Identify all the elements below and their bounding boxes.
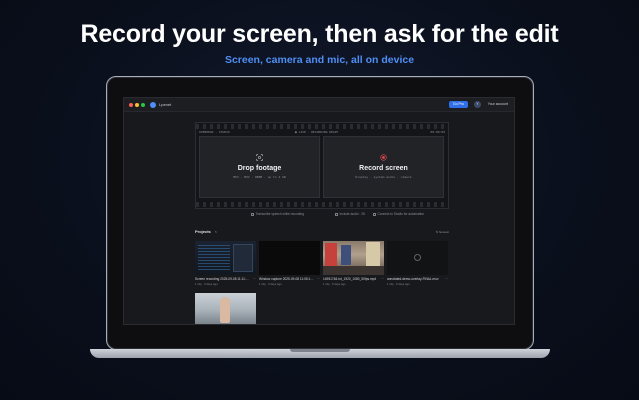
project-thumbnail [387, 241, 448, 275]
capture-meta-left: OVERHEAD · STUDIO [199, 130, 230, 134]
code-lines [198, 245, 230, 271]
project-meta: 1 clip · 5 days ago [323, 282, 346, 286]
person [220, 297, 230, 323]
project-meta: 1 clip · 3 days ago [259, 282, 282, 286]
capture-options: Transcribe speech while recording Includ… [195, 212, 449, 218]
project-name: Screen recording 2025-09-08 11:11:43.mov [195, 277, 250, 281]
projects-title: Projects [195, 229, 211, 234]
project-card[interactable]: Window capture 2025-09-08 11:05:10.mov ⋯… [259, 241, 320, 286]
project-card[interactable]: annotated-demo-overlay-FINAL.mov ⋯ 1 cli… [387, 241, 448, 286]
building-light [366, 242, 380, 268]
capture-meta-center: ● LIVE · RECORDING READY [295, 130, 339, 134]
record-screen-title: Record screen [359, 165, 408, 172]
option-include-audio-label: Include audio · 2K [339, 212, 366, 216]
record-screen-card[interactable]: Record screen Display · system audio · c… [323, 136, 444, 198]
project-name: 14951748-hd_1920_1080_50fps.mp4 [323, 277, 377, 281]
building-blue [341, 245, 351, 265]
drop-footage-title: Drop footage [237, 165, 282, 172]
option-include-audio[interactable]: Include audio · 2K [335, 212, 365, 216]
project-thumbnail [259, 241, 320, 275]
zoom-window-button[interactable] [141, 103, 145, 107]
option-connect-studio-label: Connect to Studio for automation [377, 212, 425, 216]
account-menu-button[interactable]: Your account [488, 102, 508, 106]
drop-footage-card[interactable]: Drop footage MP4 · MOV · WEBM · up to 4 … [199, 136, 320, 198]
record-icon [380, 154, 387, 161]
minimize-window-button[interactable] [135, 103, 139, 107]
drop-footage-subtitle: MP4 · MOV · WEBM · up to 4 GB [233, 175, 286, 179]
checkbox-icon [373, 212, 376, 216]
project-card[interactable] [195, 293, 256, 324]
app-window: Lpenet Go Pro Y Your account OVERHEAD · … [123, 97, 515, 325]
more-options-icon[interactable]: ⋯ [317, 277, 321, 281]
close-window-button[interactable] [129, 103, 133, 107]
capture-meta-right: 00:00:00 [430, 130, 445, 134]
more-options-icon[interactable]: ⋯ [445, 277, 449, 281]
loading-icon [414, 254, 421, 261]
projects-header: Projects 5 ⇅ Newest [195, 229, 449, 235]
capture-meta-row: OVERHEAD · STUDIO ● LIVE · RECORDING REA… [199, 130, 445, 135]
project-name: Window capture 2025-09-08 11:05:10.mov [259, 277, 314, 281]
project-meta: 1 clip · 3 days ago [195, 282, 218, 286]
hero-title: Record your screen, then ask for the edi… [80, 20, 559, 48]
project-name: annotated-demo-overlay-FINAL.mov [387, 277, 439, 281]
film-strip-bottom [196, 202, 448, 207]
option-transcribe[interactable]: Transcribe speech while recording [251, 212, 304, 216]
option-connect-studio[interactable]: Connect to Studio for automation [373, 212, 424, 216]
capture-panel: OVERHEAD · STUDIO ● LIVE · RECORDING REA… [195, 122, 449, 209]
crowd [323, 266, 384, 275]
titlebar: Lpenet Go Pro Y Your account [124, 98, 514, 112]
go-pro-button[interactable]: Go Pro [448, 101, 468, 108]
side-panel [233, 244, 253, 272]
app-name: Lpenet [159, 101, 172, 107]
film-strip-top [196, 124, 448, 129]
laptop-notch [290, 349, 350, 352]
project-meta: 1 clip · 6 days ago [387, 282, 410, 286]
hero-subtitle: Screen, camera and mic, all on device [224, 54, 415, 66]
more-options-icon[interactable]: ⋯ [253, 277, 257, 281]
account-avatar[interactable]: Y [474, 101, 481, 108]
project-card[interactable]: Screen recording 2025-09-08 11:11:43.mov… [195, 241, 256, 286]
project-thumbnail [195, 293, 256, 324]
option-transcribe-label: Transcribe speech while recording [255, 212, 304, 216]
project-thumbnail [195, 241, 256, 275]
building-red [325, 243, 337, 267]
drop-icon [256, 154, 263, 161]
more-options-icon[interactable]: ⋯ [381, 277, 385, 281]
app-logo-icon [150, 101, 156, 108]
checkbox-icon [251, 212, 254, 216]
checkbox-icon [335, 212, 338, 216]
projects-count: 5 [215, 229, 217, 234]
project-card[interactable]: 14951748-hd_1920_1080_50fps.mp4 ⋯ 1 clip… [323, 241, 384, 286]
project-thumbnail [323, 241, 384, 275]
record-screen-subtitle: Display · system audio · camera [355, 175, 412, 179]
sort-button[interactable]: ⇅ Newest [436, 230, 449, 234]
